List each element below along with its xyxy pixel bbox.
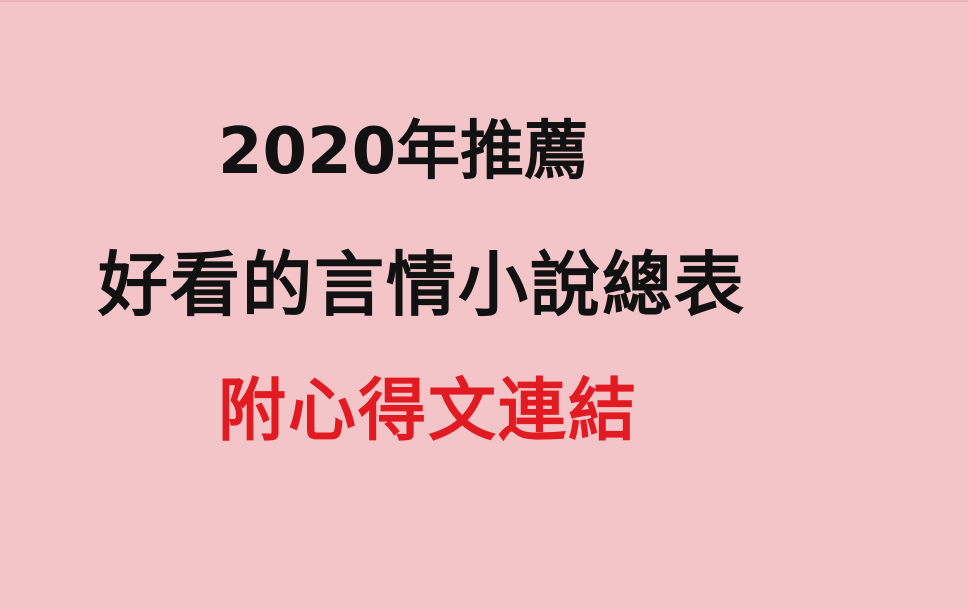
banner-title-year: 2020年推薦 <box>218 115 589 189</box>
banner-subtitle-link: 附心得文連結 <box>218 372 639 451</box>
banner-canvas: 2020年推薦 好看的言情小說總表 附心得文連結 <box>0 0 968 610</box>
banner-title-main: 好看的言情小說總表 <box>98 244 746 326</box>
